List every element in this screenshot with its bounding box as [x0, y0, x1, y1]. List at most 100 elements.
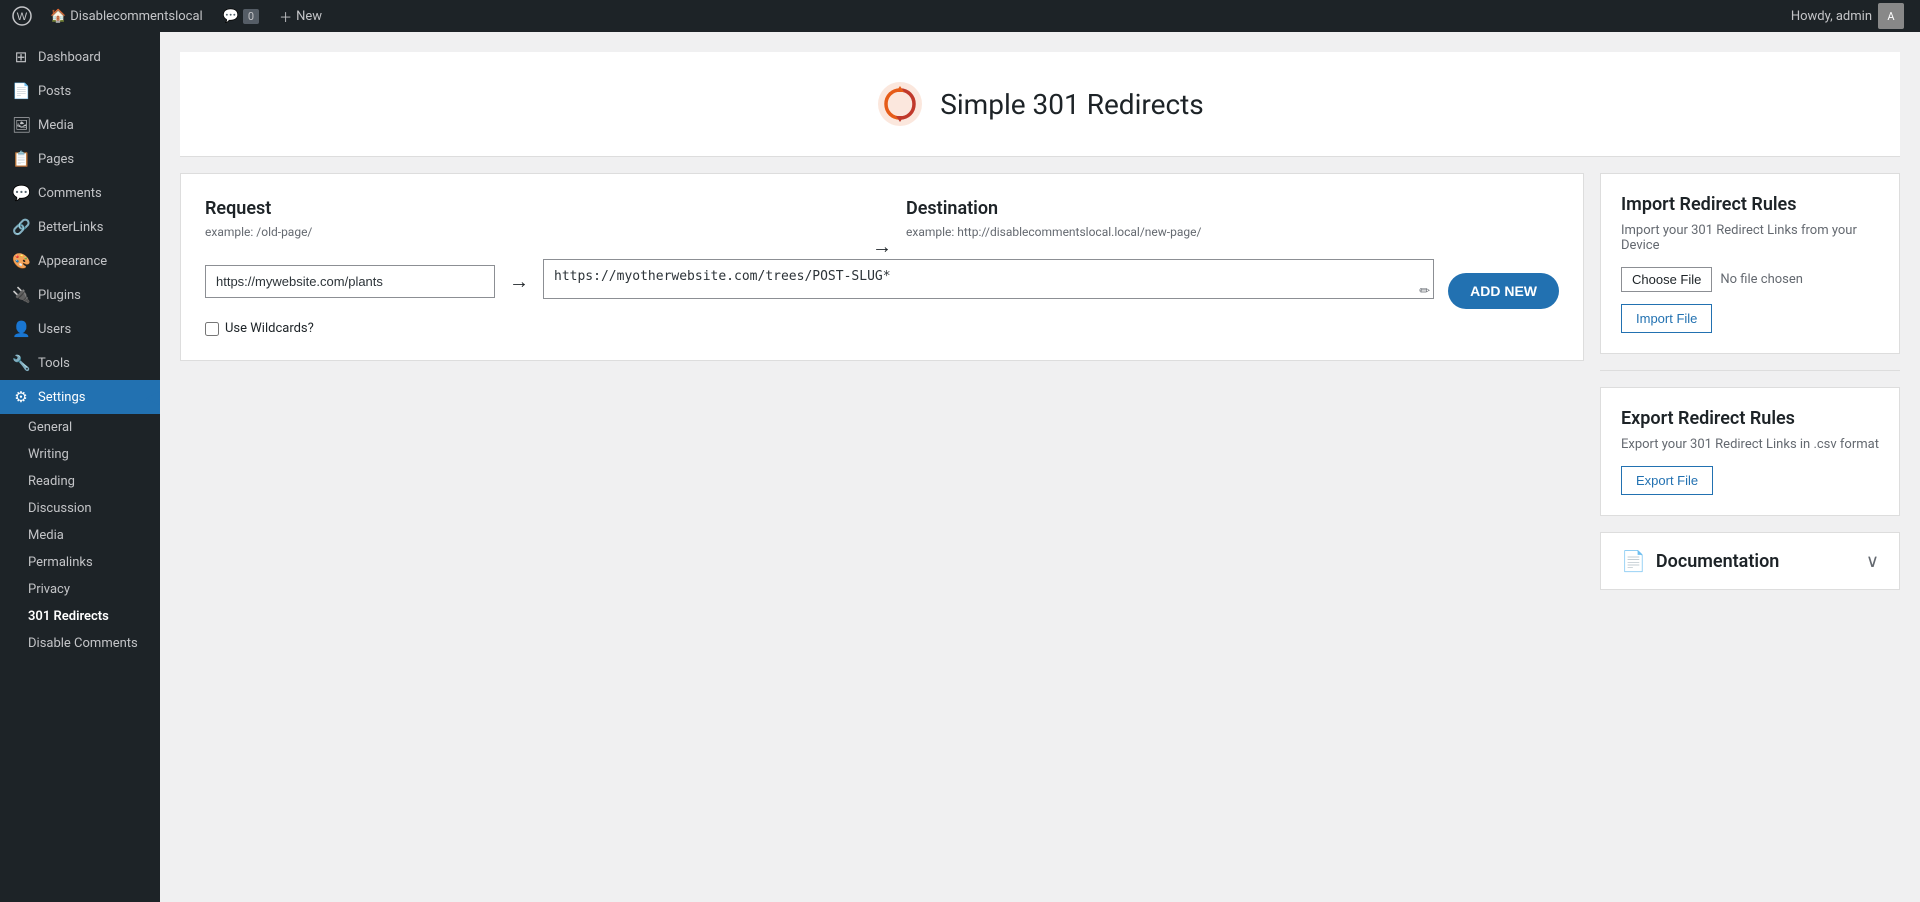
- submenu-permalinks[interactable]: Permalinks: [0, 549, 160, 576]
- sidebar-item-dashboard[interactable]: ⊞ Dashboard: [0, 40, 160, 74]
- sidebar-item-label: Appearance: [38, 254, 107, 269]
- settings-submenu: General Writing Reading Discussion Media…: [0, 414, 160, 657]
- import-title: Import Redirect Rules: [1621, 194, 1879, 215]
- content-area: Request example: /old-page/ → Destinatio…: [180, 173, 1900, 590]
- sidebar-item-posts[interactable]: 📄 Posts: [0, 74, 160, 108]
- site-name: Disablecommentslocal: [70, 9, 203, 24]
- documentation-panel: 📄 Documentation ∨: [1600, 532, 1900, 590]
- choose-file-button[interactable]: Choose File: [1621, 267, 1712, 292]
- doc-title: Documentation: [1656, 551, 1779, 572]
- request-example: example: /old-page/: [205, 225, 858, 239]
- comments-count: 0: [243, 9, 259, 24]
- wp-logo[interactable]: W: [8, 0, 36, 32]
- sidebar-item-plugins[interactable]: 🔌 Plugins: [0, 278, 160, 312]
- doc-chevron-icon: ∨: [1866, 551, 1879, 572]
- submenu-disablecomments[interactable]: Disable Comments: [0, 630, 160, 657]
- submenu-301redirects[interactable]: 301 Redirects: [0, 603, 160, 630]
- submenu-discussion[interactable]: Discussion: [0, 495, 160, 522]
- svg-text:W: W: [17, 11, 28, 23]
- adminbar-new[interactable]: ＋ New: [269, 0, 332, 32]
- destination-label: Destination: [906, 198, 1559, 219]
- sidebar-item-label: Plugins: [38, 288, 81, 303]
- choose-file-row: Choose File No file chosen: [1621, 267, 1879, 292]
- settings-arrow: ◀: [146, 380, 160, 414]
- export-panel: Export Redirect Rules Export your 301 Re…: [1600, 387, 1900, 516]
- form-arrow-icon: →: [509, 269, 529, 294]
- export-desc: Export your 301 Redirect Links in .csv f…: [1621, 437, 1879, 452]
- sidebar-item-comments[interactable]: 💬 Comments: [0, 176, 160, 210]
- comments-icon: 💬: [12, 184, 30, 202]
- arrow-separator: →: [858, 234, 906, 259]
- page-header: Simple 301 Redirects: [180, 52, 1900, 157]
- destination-example: example: http://disablecommentslocal.loc…: [906, 225, 1559, 239]
- import-desc: Import your 301 Redirect Links from your…: [1621, 223, 1879, 253]
- destination-wrapper: ✏: [543, 259, 1434, 303]
- sidebar-item-media[interactable]: 🖼 Media: [0, 108, 160, 142]
- appearance-icon: 🎨: [12, 252, 30, 270]
- form-row: → ✏ ADD NEW: [205, 259, 1559, 309]
- redirect-columns: Request example: /old-page/ → Destinatio…: [205, 198, 1559, 259]
- pages-icon: 📋: [12, 150, 30, 168]
- adminbar-comments[interactable]: 💬 0: [213, 0, 269, 32]
- sidebar-item-label: Pages: [38, 152, 74, 167]
- howdy-text: Howdy, admin: [1791, 9, 1872, 24]
- destination-input[interactable]: [543, 259, 1434, 299]
- sidebar-item-label: Dashboard: [38, 50, 101, 65]
- plus-icon: ＋: [279, 7, 292, 26]
- request-input[interactable]: [205, 265, 495, 298]
- admin-bar: W 🏠 Disablecommentslocal 💬 0 ＋ New Howdy…: [0, 0, 1920, 32]
- adminbar-howdy: Howdy, admin A: [1783, 3, 1912, 29]
- betterlinks-icon: 🔗: [12, 218, 30, 236]
- wildcards-label: Use Wildcards?: [225, 321, 314, 336]
- no-file-text: No file chosen: [1720, 272, 1803, 287]
- dashboard-icon: ⊞: [12, 48, 30, 66]
- documentation-header[interactable]: 📄 Documentation ∨: [1601, 533, 1899, 589]
- import-export-divider: [1600, 370, 1900, 371]
- tools-icon: 🔧: [12, 354, 30, 372]
- users-icon: 👤: [12, 320, 30, 338]
- sidebar-item-label: Comments: [38, 186, 102, 201]
- avatar: A: [1878, 3, 1904, 29]
- wildcards-row: Use Wildcards?: [205, 321, 1559, 336]
- export-title: Export Redirect Rules: [1621, 408, 1879, 429]
- import-panel-body: Import Redirect Rules Import your 301 Re…: [1601, 174, 1899, 353]
- import-file-button[interactable]: Import File: [1621, 304, 1712, 333]
- sidebar-item-label: Users: [38, 322, 71, 337]
- submenu-media[interactable]: Media: [0, 522, 160, 549]
- sidebar-item-users[interactable]: 👤 Users: [0, 312, 160, 346]
- sidebar-item-pages[interactable]: 📋 Pages: [0, 142, 160, 176]
- arrow-icon: →: [872, 234, 892, 259]
- submenu-general[interactable]: General: [0, 414, 160, 441]
- destination-column: Destination example: http://disablecomme…: [906, 198, 1559, 253]
- submenu-reading[interactable]: Reading: [0, 468, 160, 495]
- sidebar-item-label: Media: [38, 118, 74, 133]
- request-column: Request example: /old-page/: [205, 198, 858, 253]
- form-inputs: → ✏: [205, 259, 1434, 303]
- media-icon: 🖼: [12, 116, 30, 134]
- comment-icon: 💬: [223, 9, 239, 24]
- sidebar-item-betterlinks[interactable]: 🔗 BetterLinks: [0, 210, 160, 244]
- right-sidebar: Import Redirect Rules Import your 301 Re…: [1600, 173, 1900, 590]
- sidebar-item-label: BetterLinks: [38, 220, 103, 235]
- posts-icon: 📄: [12, 82, 30, 100]
- wildcards-checkbox[interactable]: [205, 322, 219, 336]
- export-panel-body: Export Redirect Rules Export your 301 Re…: [1601, 388, 1899, 515]
- main-content: Simple 301 Redirects Request example: /o…: [160, 32, 1920, 902]
- sidebar-item-label: Tools: [38, 356, 70, 371]
- request-label: Request: [205, 198, 858, 219]
- edit-icon: ✏: [1419, 284, 1430, 299]
- adminbar-site[interactable]: 🏠 Disablecommentslocal: [40, 0, 213, 32]
- doc-icon: 📄: [1621, 549, 1646, 573]
- submenu-privacy[interactable]: Privacy: [0, 576, 160, 603]
- plugin-icon: [876, 80, 924, 128]
- export-file-button[interactable]: Export File: [1621, 466, 1713, 495]
- doc-header-left: 📄 Documentation: [1621, 549, 1779, 573]
- sidebar-item-appearance[interactable]: 🎨 Appearance: [0, 244, 160, 278]
- settings-icon: ⚙: [12, 388, 30, 406]
- sidebar-item-tools[interactable]: 🔧 Tools: [0, 346, 160, 380]
- submenu-writing[interactable]: Writing: [0, 441, 160, 468]
- add-new-button[interactable]: ADD NEW: [1448, 273, 1559, 309]
- sidebar: ⊞ Dashboard 📄 Posts 🖼 Media 📋 Pages 💬 Co…: [0, 32, 160, 902]
- sidebar-item-settings[interactable]: ⚙ Settings ◀: [0, 380, 160, 414]
- new-label: New: [296, 9, 322, 24]
